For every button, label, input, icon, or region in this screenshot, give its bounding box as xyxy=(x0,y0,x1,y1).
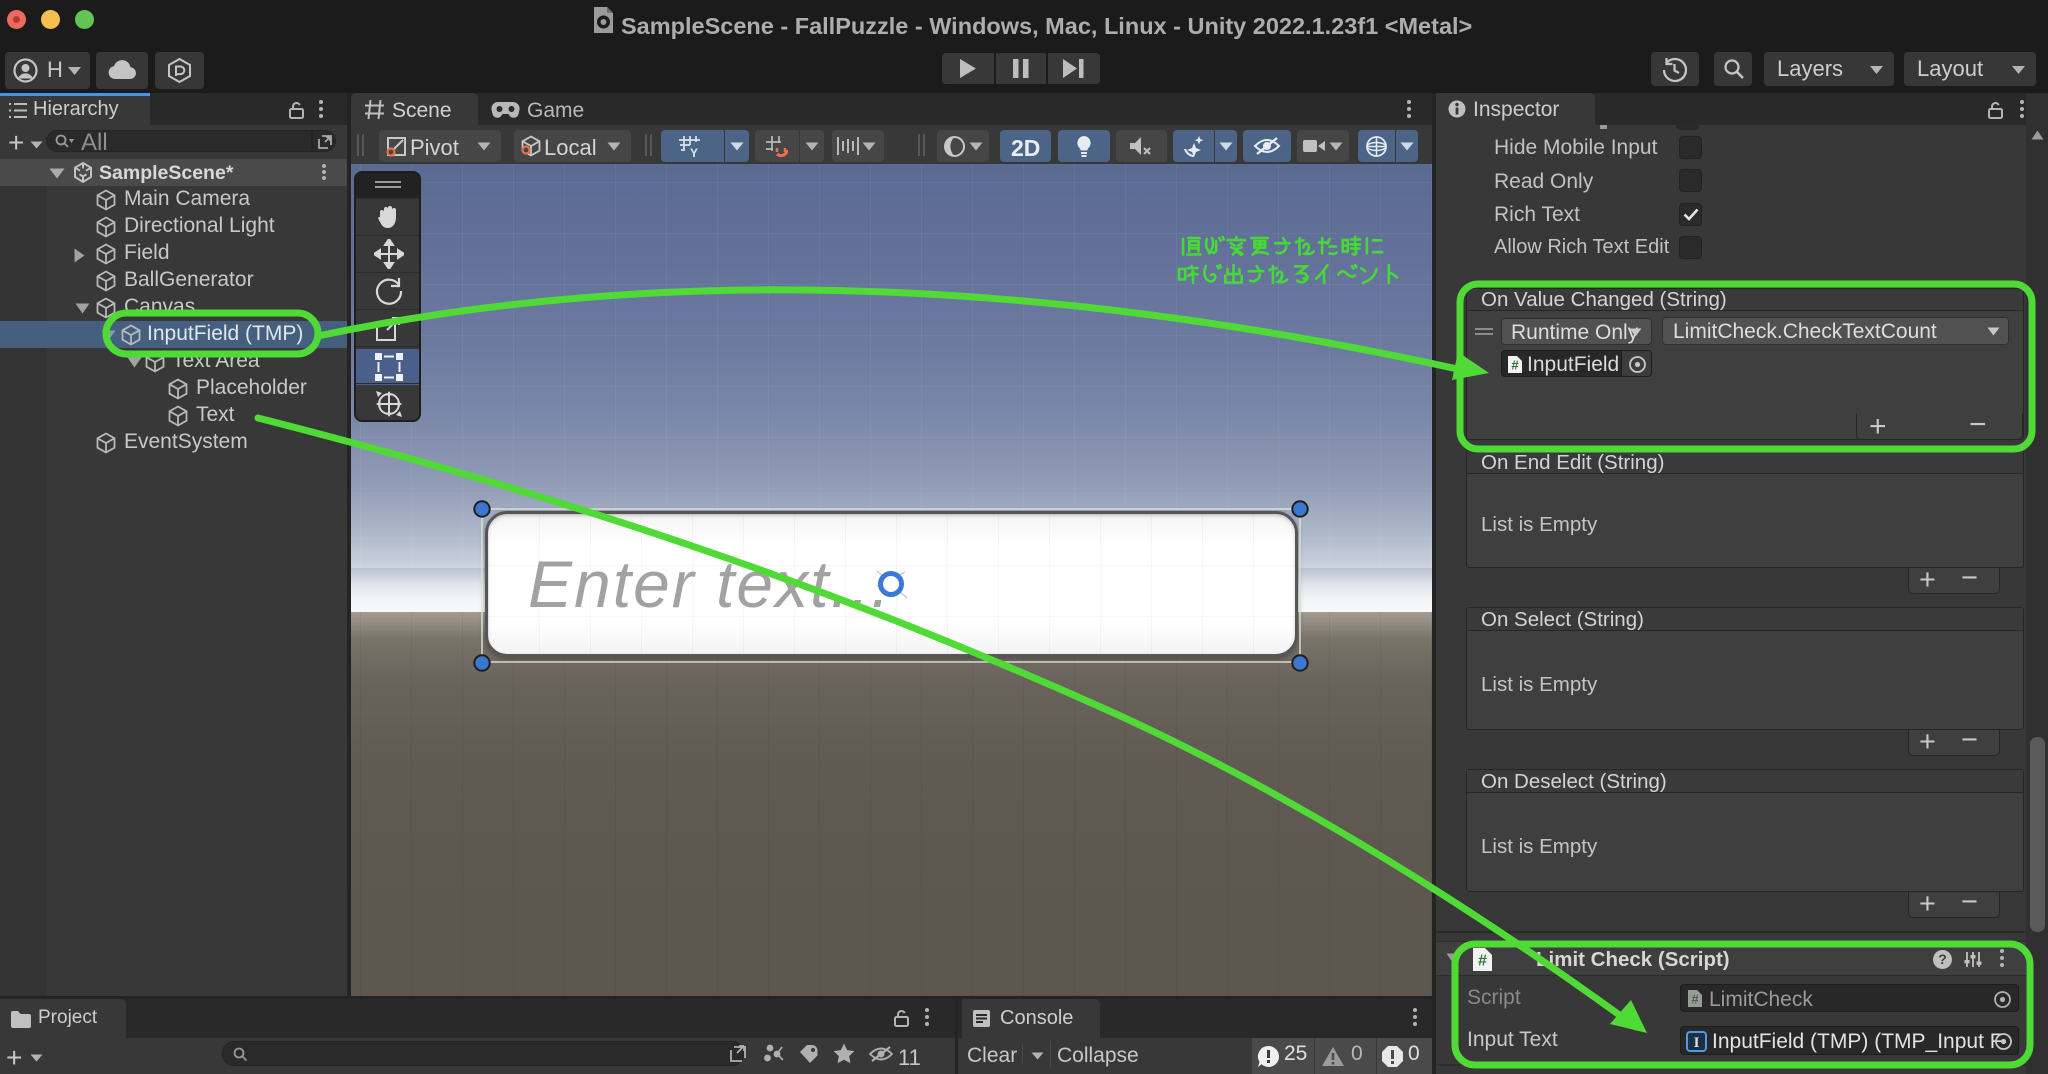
svg-text:#: # xyxy=(1691,992,1699,1007)
svg-text:#: # xyxy=(1511,358,1519,373)
svg-text:#: # xyxy=(1478,953,1487,970)
svg-text:?: ? xyxy=(1938,951,1947,967)
svg-text:Y: Y xyxy=(690,146,698,158)
svg-text:I: I xyxy=(1694,1035,1700,1051)
